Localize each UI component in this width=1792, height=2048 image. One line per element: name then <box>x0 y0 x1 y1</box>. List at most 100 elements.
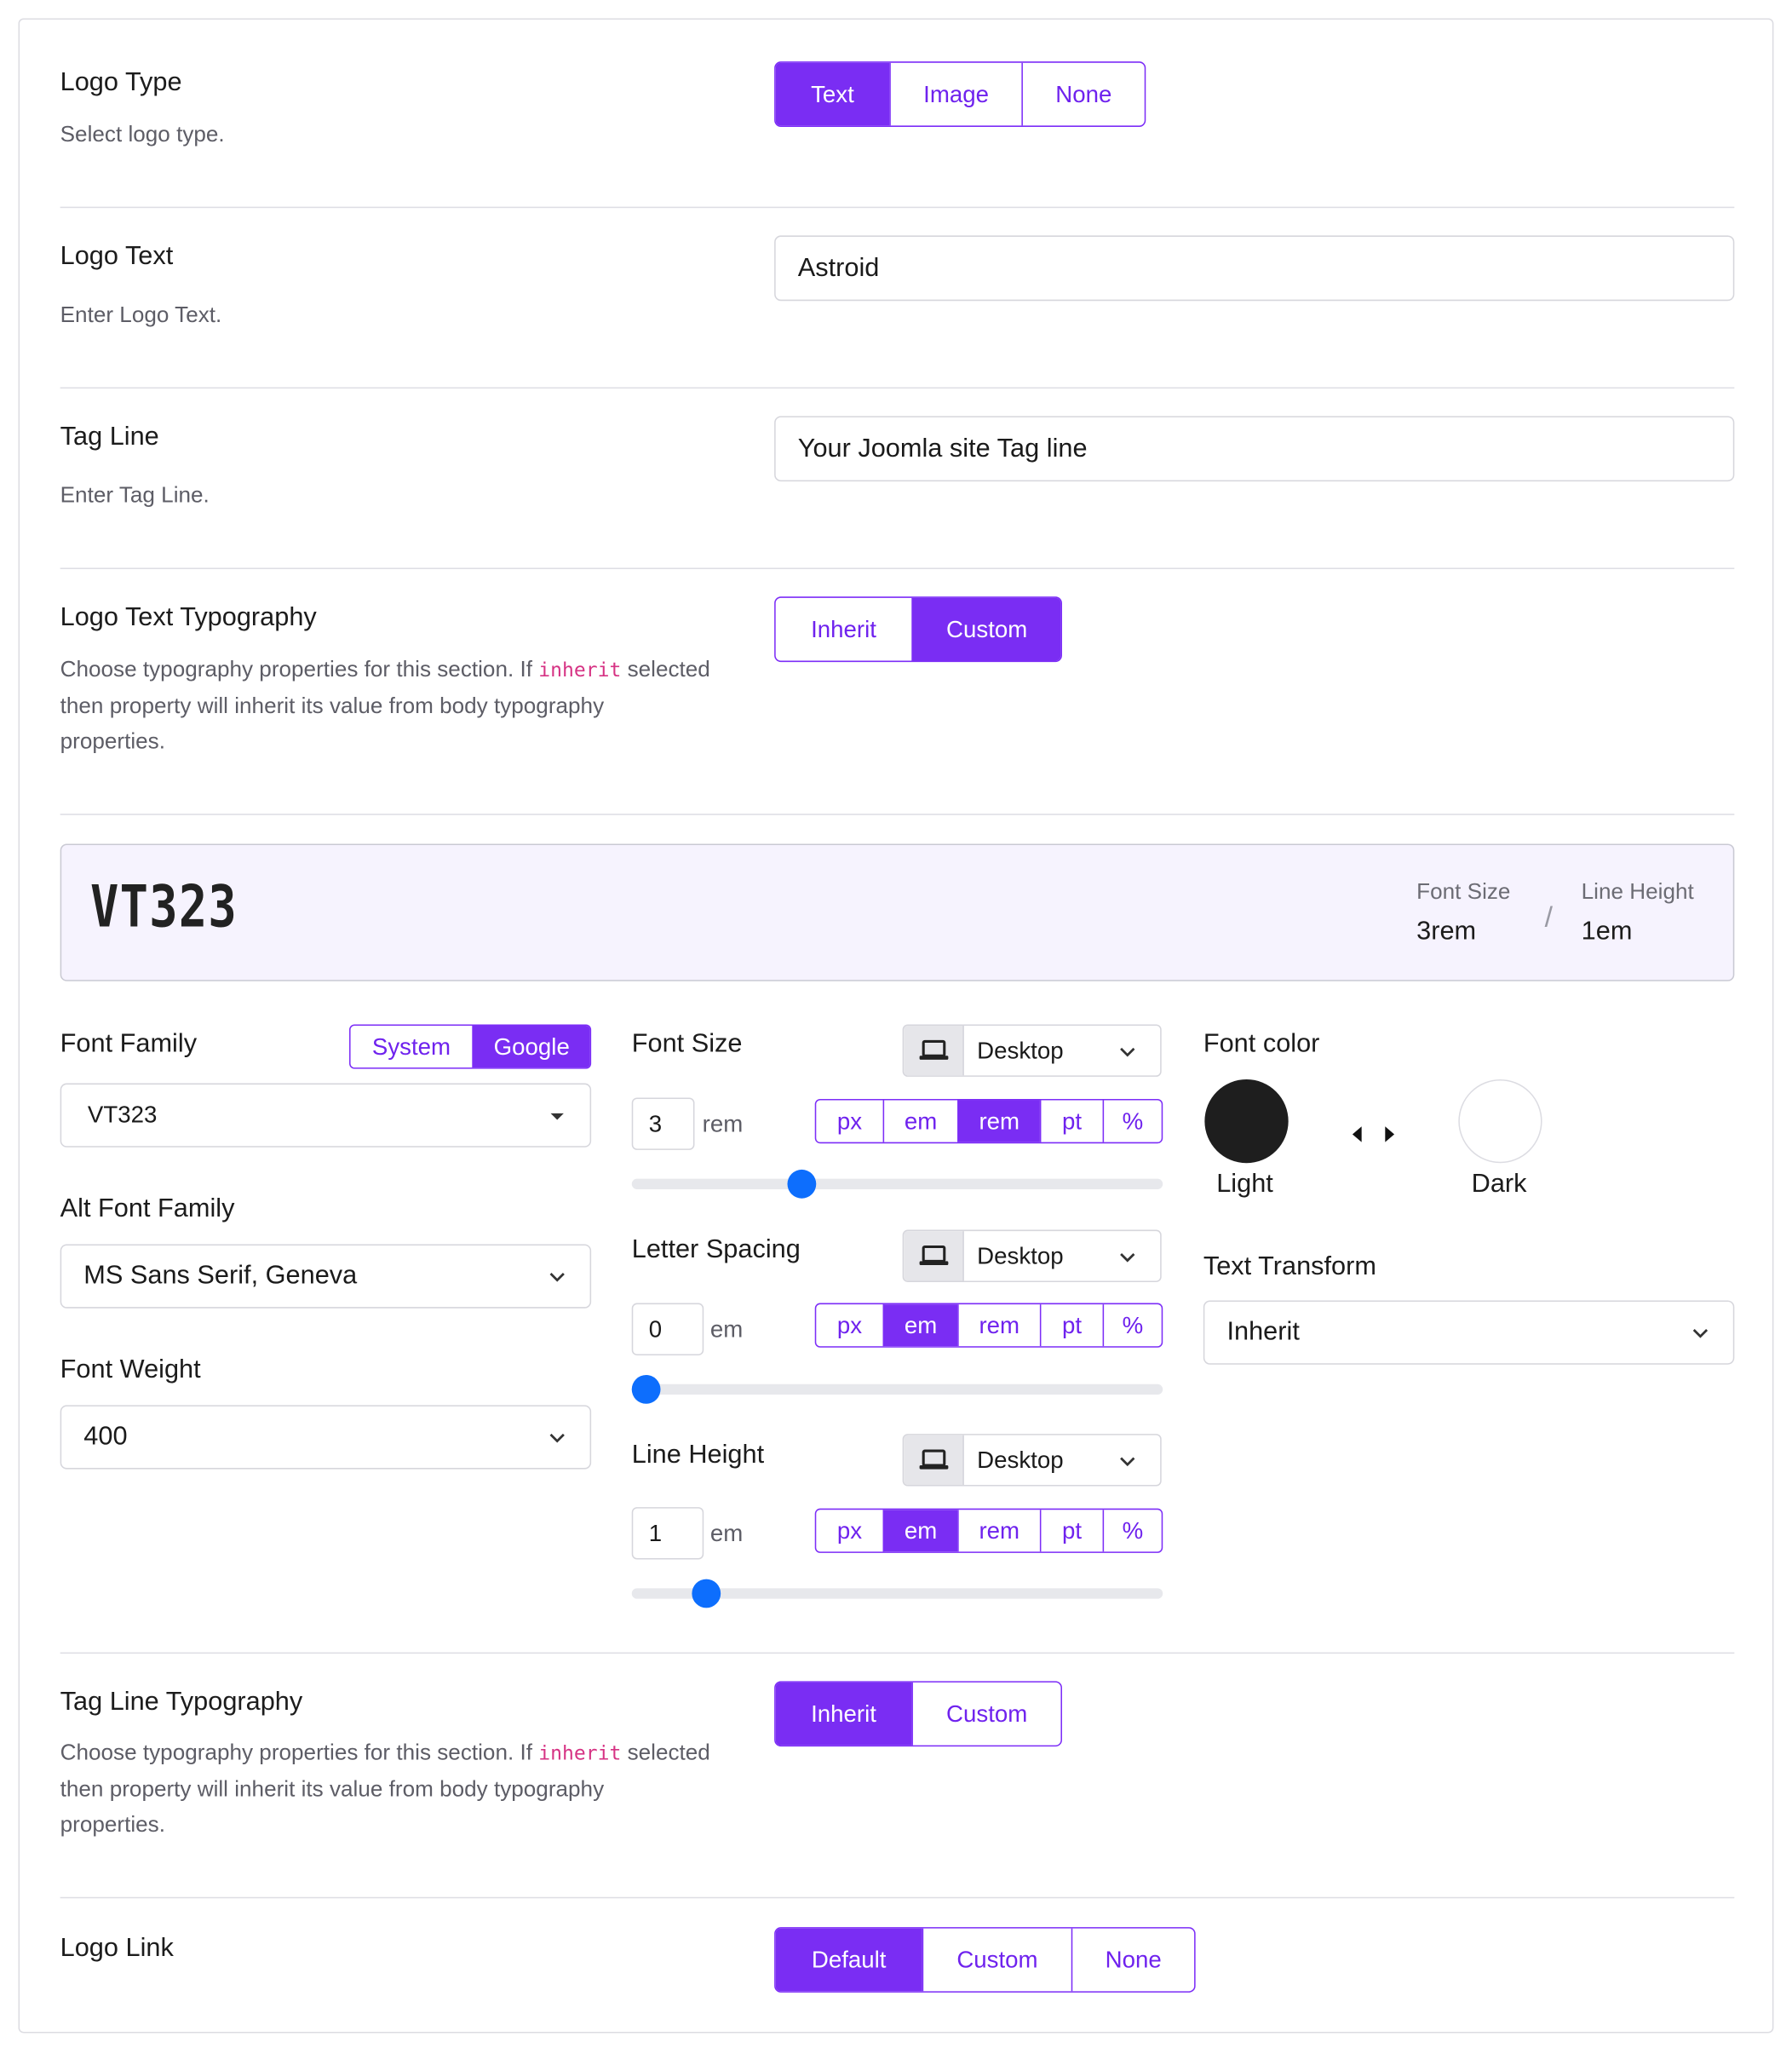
unit-rem[interactable]: rem <box>957 1304 1040 1347</box>
unit-pt[interactable]: pt <box>1039 1100 1103 1142</box>
logo-type-option-text[interactable]: Text <box>775 62 890 126</box>
letter-spacing-input[interactable]: 0 <box>631 1303 704 1355</box>
letter-spacing-slider[interactable] <box>631 1375 1163 1404</box>
text-transform-value: Inherit <box>1226 1317 1300 1347</box>
logo-text-input[interactable]: Astroid <box>774 235 1735 302</box>
divider <box>60 1896 1735 1899</box>
font-color-label: Font color <box>1203 1029 1320 1059</box>
logo-type-label: Logo Type <box>60 67 182 97</box>
logo-type-option-image[interactable]: Image <box>889 62 1021 126</box>
unit-percent[interactable]: % <box>1102 1304 1162 1347</box>
font-family-select[interactable]: VT323 <box>60 1083 592 1148</box>
inherit-code: inherit <box>538 1741 622 1765</box>
unit-rem[interactable]: rem <box>957 1100 1040 1142</box>
unit-em[interactable]: em <box>882 1510 958 1552</box>
unit-px[interactable]: px <box>816 1304 882 1346</box>
line-height-unit-toggle: px em rem pt % <box>814 1508 1163 1553</box>
logo-type-desc: Select logo type. <box>60 121 225 147</box>
logo-link-option-none[interactable]: None <box>1071 1928 1194 1992</box>
preview-line-height-label: Line Height <box>1581 878 1694 905</box>
tagline-typography-toggle: Inherit Custom <box>774 1681 1062 1747</box>
tag-line-desc: Enter Tag Line. <box>60 482 210 508</box>
line-height-label: Line Height <box>631 1440 765 1470</box>
letter-spacing-device-select[interactable]: Desktop <box>902 1229 1162 1282</box>
preview-line-height-value: 1em <box>1581 917 1633 946</box>
desc-text: Choose typography properties for this se… <box>60 1740 539 1765</box>
divider <box>60 206 1735 209</box>
dark-color-label: Dark <box>1471 1169 1527 1199</box>
line-height-slider[interactable] <box>631 1579 1163 1608</box>
font-size-slider[interactable] <box>631 1169 1163 1199</box>
dark-color-swatch[interactable] <box>1458 1079 1542 1164</box>
chevron-down-icon <box>549 1433 565 1442</box>
logo-typography-option-inherit[interactable]: Inherit <box>776 598 912 661</box>
chevron-down-icon <box>549 1272 565 1281</box>
unit-px[interactable]: px <box>816 1101 882 1142</box>
logo-link-option-default[interactable]: Default <box>775 1928 922 1992</box>
logo-type-option-none[interactable]: None <box>1021 62 1144 126</box>
logo-text-label: Logo Text <box>60 242 174 271</box>
text-transform-select[interactable]: Inherit <box>1203 1300 1735 1365</box>
tagline-typography-desc: Choose typography properties for this se… <box>60 1734 715 1842</box>
laptop-icon <box>904 1025 964 1076</box>
letter-spacing-unit: em <box>709 1315 744 1343</box>
logo-text-desc: Enter Logo Text. <box>60 302 222 327</box>
line-height-slider-thumb[interactable] <box>692 1579 721 1608</box>
unit-percent[interactable]: % <box>1102 1100 1162 1142</box>
font-weight-select[interactable]: 400 <box>60 1405 592 1470</box>
logo-link-option-custom[interactable]: Custom <box>922 1928 1071 1992</box>
unit-px[interactable]: px <box>816 1510 882 1551</box>
device-label: Desktop <box>977 1242 1064 1269</box>
chevron-down-icon <box>1120 1047 1135 1057</box>
typography-preview: VT323 Font Size 3rem / Line Height 1em <box>60 843 1735 981</box>
unit-em[interactable]: em <box>882 1100 958 1142</box>
logo-type-toggle: Text Image None <box>774 61 1146 127</box>
font-family-label: Font Family <box>60 1029 198 1059</box>
logo-link-toggle: Default Custom None <box>774 1927 1196 1993</box>
logo-typography-desc: Choose typography properties for this se… <box>60 652 715 759</box>
unit-pt[interactable]: pt <box>1039 1510 1103 1552</box>
tagline-typography-option-custom[interactable]: Custom <box>911 1682 1060 1746</box>
desc-text: Choose typography properties for this se… <box>60 656 539 682</box>
letter-spacing-slider-thumb[interactable] <box>631 1375 661 1404</box>
divider <box>60 814 1735 815</box>
light-color-swatch[interactable] <box>1204 1079 1289 1164</box>
alt-font-family-select[interactable]: MS Sans Serif, Geneva <box>60 1244 592 1309</box>
line-height-device-select[interactable]: Desktop <box>902 1434 1162 1487</box>
tagline-typography-label: Tag Line Typography <box>60 1688 303 1717</box>
font-size-input[interactable]: 3 <box>631 1097 695 1150</box>
preview-font-name: VT323 <box>89 873 238 941</box>
font-size-unit: rem <box>702 1110 744 1137</box>
chevron-down-icon <box>1692 1328 1709 1338</box>
letter-spacing-label: Letter Spacing <box>631 1234 801 1264</box>
logo-link-label: Logo Link <box>60 1933 174 1963</box>
font-size-slider-thumb[interactable] <box>787 1169 817 1199</box>
swap-arrows-icon[interactable] <box>1350 1124 1397 1145</box>
font-size-unit-toggle: px em rem pt % <box>814 1098 1163 1144</box>
chevron-down-icon <box>1120 1252 1135 1263</box>
tagline-typography-option-inherit[interactable]: Inherit <box>775 1682 912 1746</box>
divider <box>60 567 1735 570</box>
font-source-option-google[interactable]: Google <box>472 1025 590 1068</box>
font-family-value: VT323 <box>87 1102 158 1128</box>
logo-typography-option-custom[interactable]: Custom <box>911 597 1061 661</box>
logo-typography-label: Logo Text Typography <box>60 602 317 632</box>
tag-line-input[interactable]: Your Joomla site Tag line <box>774 416 1735 482</box>
alt-font-family-value: MS Sans Serif, Geneva <box>83 1261 358 1291</box>
device-label: Desktop <box>977 1037 1064 1064</box>
divider <box>60 387 1735 389</box>
font-size-device-select[interactable]: Desktop <box>902 1024 1162 1077</box>
laptop-icon <box>904 1435 964 1486</box>
logo-typography-toggle: Inherit Custom <box>774 596 1062 663</box>
line-height-input[interactable]: 1 <box>631 1507 704 1560</box>
text-transform-label: Text Transform <box>1203 1251 1376 1281</box>
unit-em[interactable]: em <box>882 1304 958 1347</box>
font-source-option-system[interactable]: System <box>351 1026 473 1067</box>
chevron-down-icon <box>1120 1457 1135 1467</box>
font-weight-label: Font Weight <box>60 1355 201 1384</box>
unit-rem[interactable]: rem <box>957 1510 1040 1552</box>
inherit-code: inherit <box>538 658 622 682</box>
unit-percent[interactable]: % <box>1102 1510 1162 1552</box>
unit-pt[interactable]: pt <box>1039 1304 1103 1347</box>
alt-font-family-label: Alt Font Family <box>60 1194 235 1223</box>
